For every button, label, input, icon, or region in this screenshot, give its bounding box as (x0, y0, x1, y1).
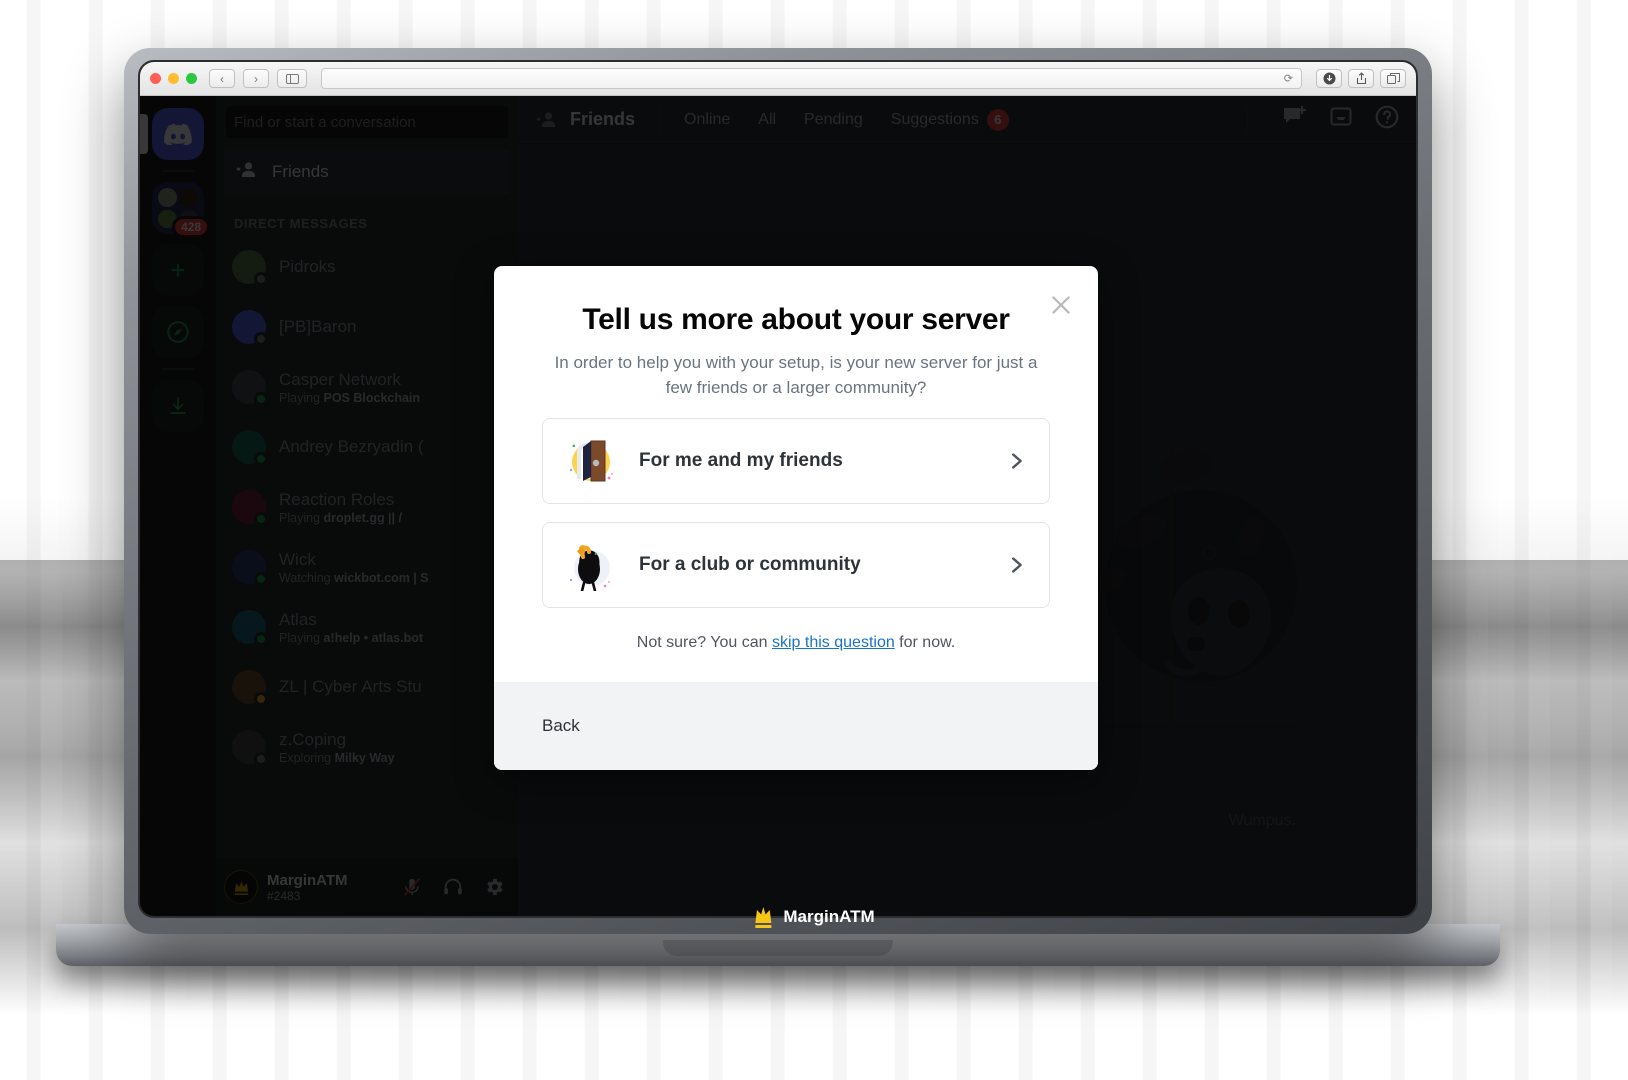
skip-suffix: for now. (894, 633, 956, 651)
maximize-window-button[interactable] (186, 73, 197, 84)
screenshot-stage: ‹ › ⟳ 428 + Find or start a conversation… (0, 0, 1628, 1080)
modal-subtitle: In order to help you with your setup, is… (554, 353, 1038, 397)
chevron-right-icon (1005, 450, 1027, 472)
door-illustration (565, 435, 617, 487)
laptop-device: ‹ › ⟳ 428 + Find or start a conversation… (56, 48, 1500, 966)
laptop-screen: ‹ › ⟳ 428 + Find or start a conversation… (138, 60, 1418, 918)
watermark-text: MarginATM (783, 907, 875, 926)
browser-toolbar: ‹ › ⟳ (140, 62, 1416, 96)
modal-title: Tell us more about your server (582, 303, 1010, 336)
back-button[interactable]: Back (542, 716, 580, 736)
downloads-icon[interactable] (1316, 69, 1342, 88)
modal-layer: Tell us more about your server In order … (140, 96, 1416, 916)
skip-prefix: Not sure? You can (636, 633, 772, 651)
modal-footer: Back (494, 681, 1098, 770)
close-window-button[interactable] (150, 73, 161, 84)
browser-forward-button[interactable]: › (243, 69, 269, 88)
laptop-notch (663, 940, 893, 956)
option-for-club-or-community[interactable]: For a club or community (542, 521, 1050, 608)
browser-url-bar[interactable]: ⟳ (321, 68, 1302, 89)
discord-app: 428 + Find or start a conversation Frien… (140, 96, 1416, 916)
wumpus-wave-illustration (565, 539, 617, 592)
watermark: MarginATM (753, 906, 875, 928)
option-label: For a club or community (639, 553, 861, 575)
close-icon[interactable] (1046, 290, 1076, 320)
tabs-icon[interactable] (1380, 69, 1406, 88)
crown-icon (755, 907, 772, 928)
window-traffic-lights (150, 73, 197, 84)
sidebar-toggle-icon[interactable] (277, 69, 307, 88)
server-type-modal: Tell us more about your server In order … (494, 266, 1098, 770)
share-icon[interactable] (1348, 69, 1374, 88)
skip-this-question-link[interactable]: skip this question (772, 634, 895, 651)
modal-body: Tell us more about your server In order … (494, 266, 1098, 682)
reload-icon[interactable]: ⟳ (1284, 72, 1293, 85)
browser-right-controls (1316, 69, 1406, 88)
option-for-me-and-friends[interactable]: For me and my friends (542, 417, 1050, 504)
chevron-right-icon (1005, 554, 1027, 576)
laptop-lid: ‹ › ⟳ 428 + Find or start a conversation… (124, 48, 1432, 934)
option-label: For me and my friends (639, 449, 843, 471)
browser-back-button[interactable]: ‹ (209, 69, 235, 88)
minimize-window-button[interactable] (168, 73, 179, 84)
skip-question-line: Not sure? You can skip this question for… (542, 634, 1050, 652)
